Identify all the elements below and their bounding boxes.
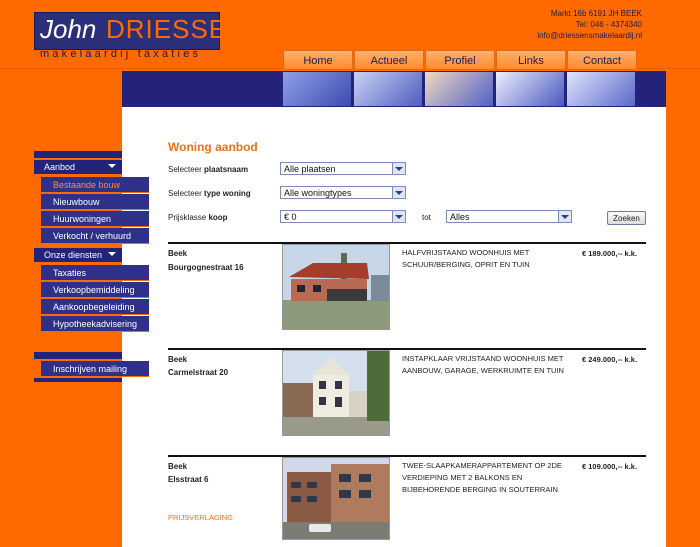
- sidebar-top-bar: [34, 151, 122, 158]
- banner-photo-house-listings: [283, 72, 351, 106]
- price-from-select[interactable]: € 0: [280, 210, 406, 223]
- sidebar-item-inschrijven-mailing[interactable]: Inschrijven mailing: [41, 361, 149, 377]
- chevron-down-icon[interactable]: [558, 211, 571, 222]
- price-label: Prijsklasse koop: [168, 213, 228, 222]
- chevron-down-icon[interactable]: [392, 187, 405, 198]
- place-select[interactable]: Alle plaatsen: [280, 162, 406, 175]
- price-label-text: Prijsklasse: [168, 213, 209, 222]
- sidebar-bottom-bar: [34, 378, 122, 382]
- price-to-select[interactable]: Alles: [446, 210, 572, 223]
- logo-first-name: John: [40, 14, 97, 44]
- listing-description: HALFVRIJSTAAND WOONHUIS MET SCHUUR/BERGI…: [402, 248, 530, 269]
- logo-tagline: makelaardij taxaties: [40, 48, 202, 60]
- contact-address: Markt 16b 6191 JH BEEK: [550, 9, 642, 18]
- place-label: Selecteer plaatsnaam: [168, 165, 248, 174]
- listing-price: € 109.000,-- k.k.: [582, 462, 638, 471]
- sidebar-item-taxaties[interactable]: Taxaties: [41, 265, 149, 281]
- listing-divider: [168, 242, 646, 244]
- listing-street[interactable]: Carmelstraat 20: [168, 368, 228, 377]
- listing-city: Beek: [168, 355, 188, 364]
- sidebar-item-hypotheekadvisering[interactable]: Hypotheekadvisering: [41, 316, 149, 332]
- type-select[interactable]: Alle woningtypes: [280, 186, 406, 199]
- price-reduction-badge: PRIJSVERLAGING: [168, 513, 234, 522]
- main-nav: Home Actueel Profiel Links Contact: [283, 50, 638, 70]
- price-from-value: € 0: [284, 212, 297, 222]
- sidebar-item-verkocht-verhuurd[interactable]: Verkocht / verhuurd: [41, 228, 149, 244]
- nav-profiel[interactable]: Profiel: [425, 50, 495, 70]
- listing-price: € 189.000,-- k.k.: [582, 249, 638, 258]
- sidebar-item-huurwoningen[interactable]: Huurwoningen: [41, 211, 149, 227]
- sidebar-diensten-label: Onze diensten: [44, 250, 103, 260]
- sidebar-onze-diensten[interactable]: Onze diensten: [34, 248, 122, 262]
- house-photo-2: [283, 351, 389, 435]
- search-button[interactable]: Zoeken: [607, 211, 646, 225]
- listing-street[interactable]: Elsstraat 6: [168, 475, 208, 484]
- place-label-text: Selecteer: [168, 165, 205, 174]
- type-label-bold: type woning: [204, 189, 251, 198]
- sidebar-aanbod[interactable]: Aanbod: [34, 160, 122, 174]
- logo-last-name: DRIESSENS: [106, 14, 266, 44]
- house-photo-1: [283, 245, 389, 329]
- listing-description: TWEE-SLAAPKAMERAPPARTEMENT OP 2DE VERDIE…: [402, 461, 562, 494]
- listing-city: Beek: [168, 249, 188, 258]
- sidebar-mailing-bar: [34, 352, 122, 359]
- chevron-down-icon: [108, 164, 116, 168]
- listing-city: Beek: [168, 462, 188, 471]
- sidebar-item-verkoopbemiddeling[interactable]: Verkoopbemiddeling: [41, 282, 149, 298]
- apartment-photo-3: [283, 458, 389, 539]
- listing-price: € 249.000,-- k.k.: [582, 355, 638, 364]
- listing-photo[interactable]: [282, 244, 390, 330]
- chevron-down-icon[interactable]: [392, 211, 405, 222]
- nav-contact[interactable]: Contact: [567, 50, 637, 70]
- nav-actueel[interactable]: Actueel: [354, 50, 424, 70]
- type-select-value: Alle woningtypes: [284, 188, 352, 198]
- listing-divider: [168, 455, 646, 457]
- banner-photo-signpost: [496, 72, 564, 106]
- listing-description: INSTAPKLAAR VRIJSTAAND WOONHUIS MET AANB…: [402, 354, 564, 375]
- price-label-bold: koop: [208, 213, 228, 222]
- contact-phone: Tel: 046 - 4374340: [575, 20, 642, 29]
- listing-photo[interactable]: [282, 457, 390, 540]
- nav-home[interactable]: Home: [283, 50, 353, 70]
- place-label-bold: plaatsnaam: [204, 165, 249, 174]
- nav-links[interactable]: Links: [496, 50, 566, 70]
- contact-email[interactable]: info@driessensmakelaardij.nl: [537, 30, 642, 41]
- chevron-down-icon: [108, 252, 116, 256]
- sidebar-item-bestaande-bouw[interactable]: Bestaande bouw: [41, 177, 149, 193]
- listing-divider: [168, 348, 646, 350]
- price-to-value: Alles: [450, 212, 470, 222]
- listing-photo[interactable]: [282, 350, 390, 436]
- sidebar-aanbod-label: Aanbod: [44, 162, 76, 172]
- price-range-separator: tot: [422, 213, 431, 222]
- listing-street[interactable]: Bourgognestraat 16: [168, 263, 244, 272]
- chevron-down-icon[interactable]: [392, 163, 405, 174]
- sidebar-item-aankoopbegeleiding[interactable]: Aankoopbegeleiding: [41, 299, 149, 315]
- type-label: Selecteer type woning: [168, 189, 251, 198]
- banner-photo-keys: [567, 72, 635, 106]
- banner-photo-person-phone: [425, 72, 493, 106]
- place-select-value: Alle plaatsen: [284, 164, 336, 174]
- banner-photo-documents: [354, 72, 422, 106]
- type-label-text: Selecteer: [168, 189, 205, 198]
- contact-block: Markt 16b 6191 JH BEEK Tel: 046 - 437434…: [537, 8, 642, 41]
- page-title: Woning aanbod: [168, 140, 258, 154]
- sidebar-item-nieuwbouw[interactable]: Nieuwbouw: [41, 194, 149, 210]
